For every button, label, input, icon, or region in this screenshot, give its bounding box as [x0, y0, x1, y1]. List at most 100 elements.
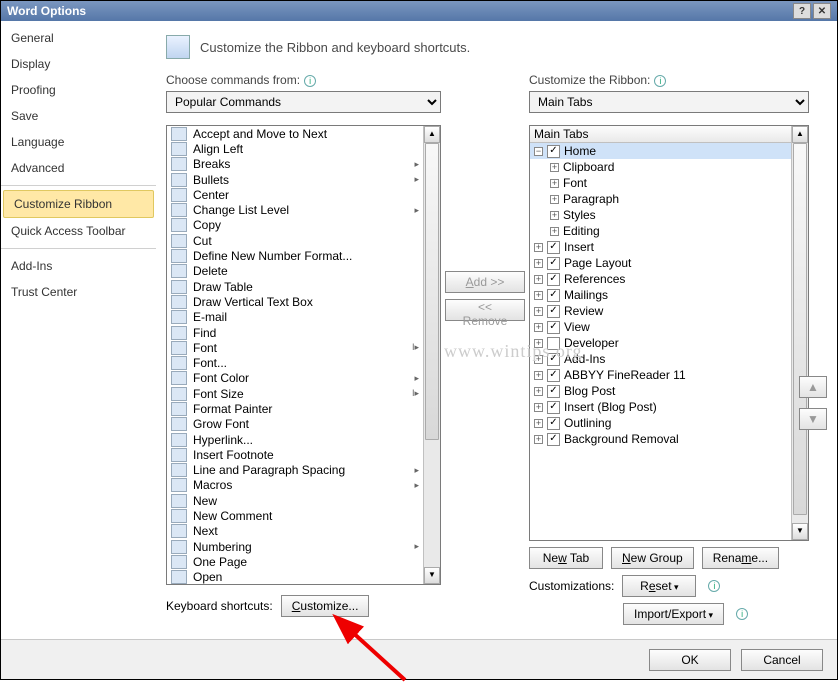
- scroll-thumb[interactable]: [425, 143, 439, 440]
- command-item[interactable]: Hyperlink...: [167, 432, 423, 447]
- command-item[interactable]: Insert Footnote: [167, 447, 423, 462]
- command-item[interactable]: Change List Level▸: [167, 202, 423, 217]
- cancel-button[interactable]: Cancel: [741, 649, 823, 671]
- command-item[interactable]: Copy: [167, 218, 423, 233]
- tree-item[interactable]: +✓Add-Ins: [530, 351, 791, 367]
- command-item[interactable]: Draw Vertical Text Box: [167, 294, 423, 309]
- expand-icon[interactable]: +: [534, 307, 543, 316]
- command-item[interactable]: Delete: [167, 264, 423, 279]
- ribbon-tree[interactable]: Main Tabs−✓Home+Clipboard+Font+Paragraph…: [529, 125, 809, 541]
- command-item[interactable]: Font Color▸: [167, 371, 423, 386]
- tree-item[interactable]: +✓ABBYY FineReader 11: [530, 367, 791, 383]
- command-item[interactable]: Center: [167, 187, 423, 202]
- commands-listbox[interactable]: Accept and Move to NextAlign LeftBreaks▸…: [166, 125, 441, 585]
- expand-icon[interactable]: +: [534, 403, 543, 412]
- collapse-icon[interactable]: −: [534, 147, 543, 156]
- sidebar-item-advanced[interactable]: Advanced: [1, 155, 156, 181]
- sidebar-item-save[interactable]: Save: [1, 103, 156, 129]
- checkbox[interactable]: ✓: [547, 145, 560, 158]
- close-button[interactable]: ✕: [813, 3, 831, 19]
- expand-icon[interactable]: +: [534, 259, 543, 268]
- customize-ribbon-combo[interactable]: Main Tabs: [529, 91, 809, 113]
- scroll-down-icon[interactable]: ▼: [792, 523, 808, 540]
- tree-item[interactable]: +Font: [530, 175, 791, 191]
- sidebar-item-proofing[interactable]: Proofing: [1, 77, 156, 103]
- scroll-thumb[interactable]: [793, 143, 807, 515]
- expand-icon[interactable]: +: [550, 163, 559, 172]
- tree-item[interactable]: +✓View: [530, 319, 791, 335]
- expand-icon[interactable]: +: [534, 291, 543, 300]
- scroll-up-icon[interactable]: ▲: [792, 126, 808, 143]
- expand-icon[interactable]: +: [534, 355, 543, 364]
- checkbox[interactable]: ✓: [547, 401, 560, 414]
- expand-icon[interactable]: +: [550, 195, 559, 204]
- sidebar-item-trust-center[interactable]: Trust Center: [1, 279, 156, 305]
- command-item[interactable]: Accept and Move to Next: [167, 126, 423, 141]
- expand-icon[interactable]: +: [534, 275, 543, 284]
- checkbox[interactable]: ✓: [547, 257, 560, 270]
- titlebar[interactable]: Word Options ? ✕: [1, 1, 837, 21]
- tree-item[interactable]: +✓Page Layout: [530, 255, 791, 271]
- command-item[interactable]: Font...: [167, 355, 423, 370]
- tree-item[interactable]: +Clipboard: [530, 159, 791, 175]
- checkbox[interactable]: ✓: [547, 369, 560, 382]
- tree-item[interactable]: +✓Mailings: [530, 287, 791, 303]
- tree-item[interactable]: +✓Background Removal: [530, 431, 791, 447]
- help-button[interactable]: ?: [793, 3, 811, 19]
- command-item[interactable]: Cut: [167, 233, 423, 248]
- expand-icon[interactable]: +: [550, 179, 559, 188]
- command-item[interactable]: Bullets▸: [167, 172, 423, 187]
- reset-button[interactable]: Reset: [622, 575, 696, 597]
- sidebar-item-display[interactable]: Display: [1, 51, 156, 77]
- command-item[interactable]: Find: [167, 325, 423, 340]
- scrollbar[interactable]: ▲ ▼: [423, 126, 440, 584]
- command-item[interactable]: Line and Paragraph Spacing▸: [167, 463, 423, 478]
- tree-item[interactable]: +Developer: [530, 335, 791, 351]
- expand-icon[interactable]: +: [534, 387, 543, 396]
- checkbox[interactable]: ✓: [547, 433, 560, 446]
- help-icon[interactable]: i: [736, 608, 748, 620]
- choose-commands-combo[interactable]: Popular Commands: [166, 91, 441, 113]
- help-icon[interactable]: i: [708, 580, 720, 592]
- checkbox[interactable]: ✓: [547, 305, 560, 318]
- command-item[interactable]: Next: [167, 524, 423, 539]
- command-item[interactable]: Align Left: [167, 141, 423, 156]
- scroll-up-icon[interactable]: ▲: [424, 126, 440, 143]
- command-item[interactable]: FontI▸: [167, 340, 423, 355]
- sidebar-item-general[interactable]: General: [1, 25, 156, 51]
- checkbox[interactable]: ✓: [547, 385, 560, 398]
- command-item[interactable]: Draw Table: [167, 279, 423, 294]
- command-item[interactable]: New Comment: [167, 508, 423, 523]
- tree-item[interactable]: +Paragraph: [530, 191, 791, 207]
- tree-item[interactable]: −✓Home: [530, 143, 791, 159]
- command-item[interactable]: Numbering▸: [167, 539, 423, 554]
- tree-item[interactable]: +Styles: [530, 207, 791, 223]
- command-item[interactable]: One Page: [167, 554, 423, 569]
- help-icon[interactable]: i: [654, 75, 666, 87]
- command-item[interactable]: Format Painter: [167, 401, 423, 416]
- checkbox[interactable]: ✓: [547, 321, 560, 334]
- expand-icon[interactable]: +: [534, 419, 543, 428]
- tree-item[interactable]: +Editing: [530, 223, 791, 239]
- tree-item[interactable]: +✓Insert (Blog Post): [530, 399, 791, 415]
- ok-button[interactable]: OK: [649, 649, 731, 671]
- expand-icon[interactable]: +: [534, 339, 543, 348]
- rename-button[interactable]: Rename...: [702, 547, 779, 569]
- move-up-button[interactable]: ▲: [799, 376, 827, 398]
- tree-item[interactable]: +✓References: [530, 271, 791, 287]
- expand-icon[interactable]: +: [534, 435, 543, 444]
- checkbox[interactable]: ✓: [547, 289, 560, 302]
- command-item[interactable]: Grow Font: [167, 417, 423, 432]
- scroll-down-icon[interactable]: ▼: [424, 567, 440, 584]
- command-item[interactable]: Breaks▸: [167, 157, 423, 172]
- sidebar-item-add-ins[interactable]: Add-Ins: [1, 253, 156, 279]
- checkbox[interactable]: ✓: [547, 241, 560, 254]
- sidebar-item-customize-ribbon[interactable]: Customize Ribbon: [3, 190, 154, 218]
- expand-icon[interactable]: +: [550, 227, 559, 236]
- command-item[interactable]: Font SizeI▸: [167, 386, 423, 401]
- help-icon[interactable]: i: [304, 75, 316, 87]
- tree-item[interactable]: +✓Outlining: [530, 415, 791, 431]
- remove-button[interactable]: << Remove: [445, 299, 525, 321]
- checkbox[interactable]: [547, 337, 560, 350]
- move-down-button[interactable]: ▼: [799, 408, 827, 430]
